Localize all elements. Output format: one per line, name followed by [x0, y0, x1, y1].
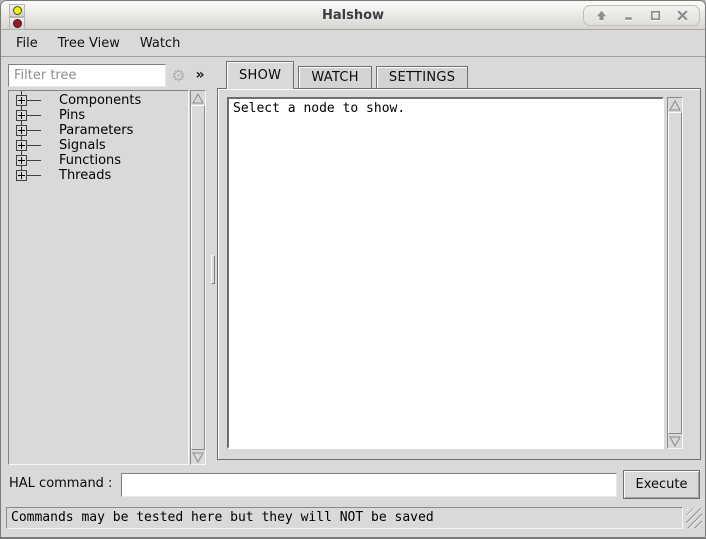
tab-settings[interactable]: SETTINGS — [376, 66, 468, 88]
tree-connector — [27, 175, 41, 176]
client-area: ⚙ » Components Pins Parameters Signals — [1, 57, 705, 537]
pane-sash-handle[interactable] — [211, 255, 215, 284]
resize-grip-icon[interactable] — [686, 508, 702, 528]
scrollbar-thumb[interactable] — [668, 112, 682, 434]
show-panel: Select a node to show. — [217, 88, 701, 460]
red-light-icon — [13, 19, 22, 28]
tree-item-components[interactable]: Components — [9, 93, 188, 108]
gear-icon[interactable]: ⚙ — [168, 65, 189, 86]
expand-plus-icon[interactable] — [16, 125, 27, 136]
tree-connector — [27, 100, 41, 101]
yellow-light-icon — [13, 6, 22, 15]
window-controls — [583, 5, 700, 26]
app-icon — [9, 4, 25, 30]
tree-connector — [27, 145, 41, 146]
scroll-down-icon[interactable] — [191, 450, 205, 464]
show-scrollbar[interactable] — [667, 97, 683, 449]
tab-bar: SHOW WATCH SETTINGS — [217, 61, 701, 88]
minimize-button[interactable] — [621, 9, 635, 23]
tab-show[interactable]: SHOW — [226, 61, 294, 89]
show-text-area[interactable]: Select a node to show. — [227, 97, 664, 449]
tree-item-pins[interactable]: Pins — [9, 108, 188, 123]
tree-item-signals[interactable]: Signals — [9, 138, 188, 153]
menu-file[interactable]: File — [6, 33, 48, 54]
tab-watch[interactable]: WATCH — [298, 66, 372, 88]
tree-item-label[interactable]: Signals — [59, 138, 106, 153]
tree-connector — [27, 115, 41, 116]
tree-item-functions[interactable]: Functions — [9, 153, 188, 168]
scroll-up-icon[interactable] — [668, 98, 682, 112]
status-bar: Commands may be tested here but they wil… — [6, 507, 683, 529]
close-button[interactable] — [675, 9, 689, 23]
window-title: Halshow — [322, 8, 384, 23]
tree-item-label[interactable]: Threads — [59, 168, 111, 183]
rollup-button[interactable] — [594, 9, 608, 23]
halshow-window: Halshow File Tree View Watch ⚙ » — [0, 0, 706, 539]
tree-item-label[interactable]: Functions — [59, 153, 121, 168]
tree-item-label[interactable]: Parameters — [59, 123, 133, 138]
tree-item-parameters[interactable]: Parameters — [9, 123, 188, 138]
traffic-light-top — [9, 4, 25, 17]
menubar: File Tree View Watch — [1, 30, 705, 57]
titlebar: Halshow — [1, 1, 705, 30]
expand-plus-icon[interactable] — [16, 95, 27, 106]
traffic-light-bottom — [9, 17, 25, 30]
expand-plus-icon[interactable] — [16, 155, 27, 166]
tree-connector — [27, 160, 41, 161]
execute-button[interactable]: Execute — [623, 470, 700, 499]
tree-item-label[interactable]: Components — [59, 93, 141, 108]
filter-more-button[interactable]: » — [191, 65, 209, 86]
scroll-down-icon[interactable] — [668, 434, 682, 448]
maximize-button[interactable] — [648, 9, 662, 23]
tree-item-threads[interactable]: Threads — [9, 168, 188, 183]
tree-connector — [27, 130, 41, 131]
tree-item-label[interactable]: Pins — [59, 108, 85, 123]
filter-tree-input[interactable] — [8, 64, 166, 87]
notebook: SHOW WATCH SETTINGS Select a node to sho… — [217, 61, 701, 460]
expand-plus-icon[interactable] — [16, 140, 27, 151]
expand-plus-icon[interactable] — [16, 170, 27, 181]
menu-tree-view[interactable]: Tree View — [48, 33, 130, 54]
expand-plus-icon[interactable] — [16, 110, 27, 121]
menu-watch[interactable]: Watch — [130, 33, 190, 54]
tree-scrollbar[interactable] — [190, 90, 206, 465]
scroll-up-icon[interactable] — [191, 91, 205, 105]
scrollbar-thumb[interactable] — [191, 105, 205, 450]
hal-tree: Components Pins Parameters Signals Funct… — [8, 90, 189, 465]
hal-command-label: HAL command : — [9, 476, 112, 491]
hal-command-input[interactable] — [121, 473, 617, 497]
